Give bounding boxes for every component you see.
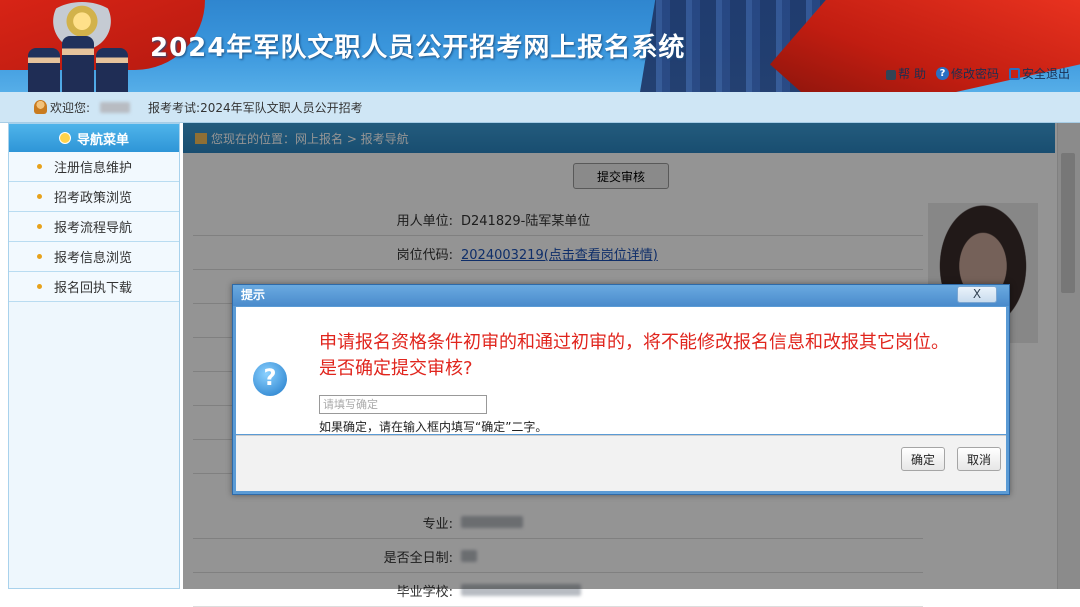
question-icon: ? [253,362,287,396]
bullet-icon [37,254,42,259]
dialog-footer: 确定 取消 [236,435,1006,491]
logout-label: 安全退出 [1021,67,1070,81]
change-password-label: 修改密码 [950,67,999,81]
bullet-icon [37,224,42,229]
dialog-message: 申请报名资格条件初审的和通过初审的，将不能修改报名信息和改报其它岗位。 是否确定… [319,330,999,382]
exam-label: 报考考试: [148,100,201,115]
sidebar-item-registration-info[interactable]: 注册信息维护 [9,152,179,182]
sidebar-item-receipt-download[interactable]: 报名回执下载 [9,272,179,302]
question-icon: ? [935,67,949,80]
exam-name: 2024年军队文职人员公开招考 [200,100,363,115]
lock-icon [886,69,897,80]
sidebar-item-label: 报考流程导航 [54,221,133,236]
site-title: 2024年军队文职人员公开招考网上报名系统 [150,33,686,63]
sidebar-item-label: 报名回执下载 [54,281,133,296]
confirm-dialog: 提示 X ? 申请报名资格条件初审的和通过初审的，将不能修改报名信息和改报其它岗… [232,284,1010,495]
sidebar-item-process-guide[interactable]: 报考流程导航 [9,212,179,242]
user-icon [34,100,47,114]
dialog-title: 提示 [233,285,1009,306]
cancel-button[interactable]: 取消 [957,447,1001,471]
nav-menu-title: 导航菜单 [76,132,129,148]
soldier-figure [62,36,94,92]
exit-icon [1008,67,1020,80]
dialog-message-line1: 申请报名资格条件初审的和通过初审的，将不能修改报名信息和改报其它岗位。 [319,332,949,353]
soldier-figure [28,48,60,92]
dialog-close-button[interactable]: X [957,286,997,303]
help-link[interactable]: 帮 助 [886,65,926,82]
bullet-icon [37,284,42,289]
logout-link[interactable]: 安全退出 [1008,65,1070,82]
site-header: 2024年军队文职人员公开招考网上报名系统 帮 助 ? 修改密码 安全退出 [0,0,1080,92]
sidebar: 导航菜单 注册信息维护 招考政策浏览 报考流程导航 报考信息浏览 报名回执下载 [8,123,180,589]
sidebar-item-label: 注册信息维护 [54,161,133,176]
bullet-icon [37,194,42,199]
menu-icon [58,132,71,144]
nav-menu-header: 导航菜单 [9,124,179,152]
confirm-text-input[interactable] [319,395,487,414]
welcome-label: 欢迎您: [50,100,91,115]
sidebar-item-label: 招考政策浏览 [54,191,133,206]
ok-button[interactable]: 确定 [901,447,945,471]
username-redacted [100,101,131,113]
dialog-body: ? 申请报名资格条件初审的和通过初审的，将不能修改报名信息和改报其它岗位。 是否… [236,307,1006,434]
help-label: 帮 助 [898,67,926,81]
soldier-figure [96,48,128,92]
sidebar-item-exam-info[interactable]: 报考信息浏览 [9,242,179,272]
header-links: 帮 助 ? 修改密码 安全退出 [886,65,1070,82]
sidebar-item-policy[interactable]: 招考政策浏览 [9,182,179,212]
bullet-icon [37,164,42,169]
dialog-hint: 如果确定，请在输入框内填写“确定”二字。 [319,420,548,434]
dialog-message-line2: 是否确定提交审核? [319,358,473,379]
user-info-bar: 欢迎您: 报考考试: 2024年军队文职人员公开招考 [0,92,1080,123]
sidebar-item-label: 报考信息浏览 [54,251,133,266]
change-password-link[interactable]: ? 修改密码 [935,65,999,82]
